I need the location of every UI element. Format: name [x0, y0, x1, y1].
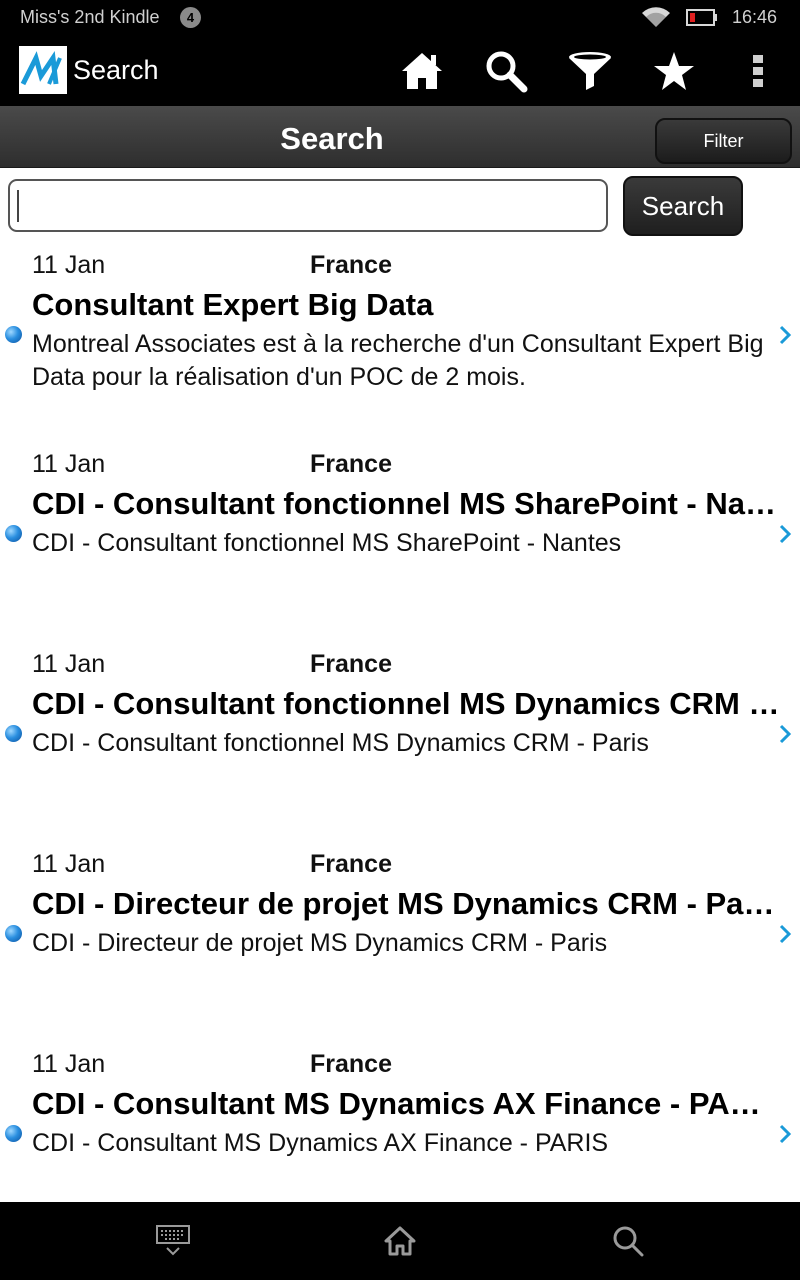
montreal-associates-logo[interactable] — [19, 46, 67, 94]
item-description: Montreal Associates est à la recherche d… — [32, 330, 764, 391]
chevron-right-icon — [779, 524, 792, 544]
list-item[interactable]: 11 Jan France Consultant Expert Big Data… — [0, 240, 800, 440]
item-country: France — [310, 650, 392, 678]
text-cursor — [17, 190, 19, 222]
status-bar: Miss's 2nd Kindle 4 16:46 — [0, 0, 800, 36]
item-title: CDI - Consultant fonctionnel MS SharePoi… — [32, 486, 780, 521]
item-description: CDI - Directeur de projet MS Dynamics CR… — [32, 929, 608, 957]
star-icon — [654, 52, 694, 90]
bullet-icon — [5, 326, 22, 343]
search-icon — [486, 51, 528, 93]
list-item[interactable]: 11 Jan France CDI - Consultant fonctionn… — [0, 639, 800, 839]
nav-search-button[interactable] — [603, 1216, 653, 1266]
item-title: CDI - Consultant fonctionnel MS Dynamics… — [32, 686, 780, 721]
list-item[interactable]: 11 Jan France CDI - Directeur de projet … — [0, 839, 800, 1039]
item-title: CDI - Consultant MS Dynamics AX Finance … — [32, 1086, 780, 1121]
nav-home-button[interactable] — [375, 1216, 425, 1266]
item-title: Consultant Expert Big Data — [32, 287, 434, 322]
list-item[interactable]: 11 Jan France CDI - Consultant MS Dynami… — [0, 1039, 800, 1202]
overflow-menu-button[interactable] — [733, 46, 783, 96]
page-title: Search — [280, 121, 384, 156]
clock: 16:46 — [732, 7, 778, 27]
search-input[interactable] — [8, 179, 608, 232]
item-country: France — [310, 251, 392, 279]
item-description: CDI - Consultant fonctionnel MS Dynamics… — [32, 729, 649, 757]
item-country: France — [310, 850, 392, 878]
favorites-button[interactable] — [649, 46, 699, 96]
home-icon — [402, 53, 442, 89]
search-button[interactable] — [481, 46, 531, 96]
item-date: 11 Jan — [32, 1050, 106, 1078]
chevron-right-icon — [779, 1124, 792, 1144]
bottom-nav — [0, 1202, 800, 1280]
action-bar: Search — [0, 36, 800, 106]
app-title: Search — [73, 55, 159, 85]
item-title: CDI - Directeur de projet MS Dynamics CR… — [32, 886, 780, 921]
bullet-icon — [5, 925, 22, 942]
item-description: CDI - Consultant MS Dynamics AX Finance … — [32, 1129, 609, 1157]
keyboard-button[interactable] — [148, 1216, 198, 1266]
results-list[interactable]: 11 Jan France Consultant Expert Big Data… — [0, 240, 800, 1202]
overflow-menu-icon — [753, 55, 763, 87]
bullet-icon — [5, 725, 22, 742]
filter-toggle-button[interactable]: Filter — [655, 118, 792, 164]
notification-count-badge[interactable]: 4 — [180, 7, 201, 28]
bullet-icon — [5, 525, 22, 542]
device-name: Miss's 2nd Kindle — [20, 7, 160, 27]
page-header: Search Filter — [0, 106, 800, 168]
bullet-icon — [5, 1125, 22, 1142]
chevron-right-icon — [779, 924, 792, 944]
item-country: France — [310, 450, 392, 478]
chevron-right-icon — [779, 325, 792, 345]
battery-low-icon — [686, 9, 717, 26]
filter-icon — [569, 52, 611, 90]
list-item[interactable]: 11 Jan France CDI - Consultant fonctionn… — [0, 439, 800, 639]
item-date: 11 Jan — [32, 450, 106, 478]
home-button[interactable] — [397, 46, 447, 96]
home-icon — [384, 1226, 416, 1256]
chevron-right-icon — [779, 724, 792, 744]
search-icon — [613, 1226, 644, 1257]
keyboard-icon — [156, 1225, 190, 1256]
item-date: 11 Jan — [32, 251, 106, 279]
item-country: France — [310, 1050, 392, 1078]
search-submit-button[interactable]: Search — [623, 176, 743, 236]
item-description: CDI - Consultant fonctionnel MS SharePoi… — [32, 529, 622, 557]
item-date: 11 Jan — [32, 650, 106, 678]
item-date: 11 Jan — [32, 850, 106, 878]
filter-button[interactable] — [565, 46, 615, 96]
wifi-icon — [642, 7, 670, 28]
